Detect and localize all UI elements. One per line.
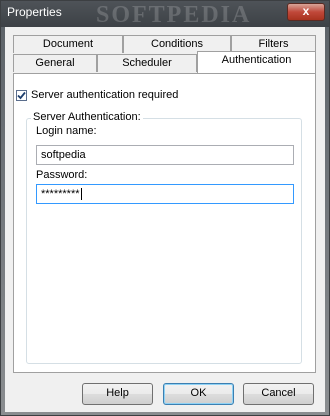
server-auth-checkbox[interactable] bbox=[16, 89, 27, 101]
ok-button[interactable]: OK bbox=[163, 383, 234, 405]
password-label: Password: bbox=[36, 169, 88, 181]
server-auth-checkbox-row[interactable]: Server authentication required bbox=[16, 89, 178, 101]
close-button[interactable]: x bbox=[287, 3, 325, 21]
help-button[interactable]: Help bbox=[82, 383, 153, 405]
tab-authentication[interactable]: Authentication bbox=[197, 51, 316, 73]
title-bar[interactable]: Properties SOFTPEDIA x bbox=[1, 1, 329, 28]
cancel-button[interactable]: Cancel bbox=[243, 383, 314, 405]
tab-document[interactable]: Document bbox=[13, 35, 123, 53]
properties-window: Properties SOFTPEDIA x Document Conditio… bbox=[0, 0, 330, 416]
password-input[interactable]: ********* bbox=[36, 184, 294, 204]
tab-general[interactable]: General bbox=[13, 54, 97, 72]
server-auth-label: Server authentication required bbox=[31, 89, 179, 101]
dialog-client-area: Document Conditions Filters General Sche… bbox=[5, 27, 325, 412]
group-title: Server Authentication: bbox=[31, 111, 143, 123]
text-caret bbox=[80, 188, 82, 201]
window-title: Properties bbox=[7, 5, 62, 19]
tab-scheduler[interactable]: Scheduler bbox=[97, 54, 197, 72]
checkmark-icon bbox=[17, 91, 26, 99]
login-name-label: Login name: bbox=[36, 125, 97, 137]
login-name-input[interactable]: softpedia bbox=[36, 145, 294, 165]
password-value: ********* bbox=[41, 188, 80, 200]
watermark: SOFTPEDIA bbox=[96, 2, 252, 28]
